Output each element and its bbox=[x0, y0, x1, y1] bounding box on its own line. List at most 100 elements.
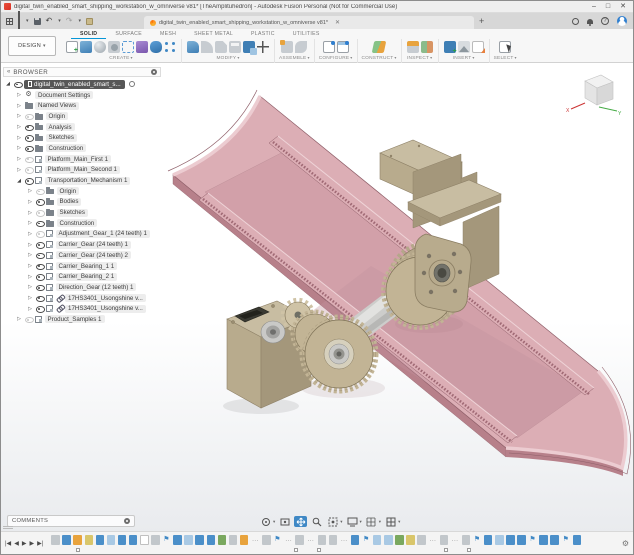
timeline-feature[interactable]: … bbox=[251, 535, 260, 545]
browser-item-construction-sub[interactable]: Construction bbox=[3, 218, 161, 229]
timeline-feature[interactable]: ⚑ bbox=[273, 535, 282, 545]
configuration-icon[interactable] bbox=[323, 41, 335, 53]
timeline-feature[interactable] bbox=[118, 535, 127, 545]
chamfer-icon[interactable] bbox=[215, 41, 227, 53]
timeline-settings-gear-icon[interactable] bbox=[622, 539, 629, 548]
visibility-eye-icon[interactable] bbox=[36, 263, 44, 270]
comments-options-icon[interactable] bbox=[124, 518, 130, 524]
file-menu-caret-icon[interactable]: ▾ bbox=[26, 18, 29, 24]
tab-surface[interactable]: SURFACE bbox=[106, 31, 151, 39]
milestone-icon[interactable] bbox=[86, 18, 93, 25]
expand-arrow-icon[interactable] bbox=[16, 92, 22, 98]
expand-arrow-icon[interactable] bbox=[16, 167, 22, 173]
visibility-eye-icon[interactable] bbox=[36, 241, 44, 248]
display-settings-icon[interactable] bbox=[346, 516, 359, 527]
timeline-feature[interactable] bbox=[539, 535, 548, 545]
activate-component-radio[interactable] bbox=[129, 81, 135, 87]
data-panel-icon[interactable] bbox=[6, 18, 13, 25]
undo-icon[interactable]: ↶ bbox=[46, 17, 53, 25]
browser-item-sketches-sub[interactable]: Sketches bbox=[3, 207, 161, 218]
visibility-eye-icon[interactable] bbox=[36, 198, 44, 205]
playback-button[interactable]: ◀ bbox=[14, 540, 19, 547]
orbit-icon[interactable] bbox=[259, 516, 272, 527]
expand-arrow-icon[interactable] bbox=[5, 81, 11, 87]
expand-arrow-icon[interactable] bbox=[27, 263, 33, 269]
timeline-feature[interactable] bbox=[96, 535, 105, 545]
timeline-feature[interactable] bbox=[173, 535, 182, 545]
fit-caret-icon[interactable]: ▾ bbox=[340, 519, 342, 525]
timeline-feature[interactable] bbox=[329, 535, 338, 545]
browser-item-stepper-motor-2[interactable]: 17HS3401_Usongshine v... bbox=[3, 303, 161, 314]
browser-item-adjustment-gear[interactable]: Adjustment_Gear_1 (24 teeth) 1 bbox=[3, 229, 161, 240]
visibility-eye-icon[interactable] bbox=[36, 295, 44, 302]
timeline-feature[interactable]: … bbox=[306, 535, 315, 545]
modify-dropdown[interactable]: MODIFY bbox=[216, 55, 239, 62]
visibility-eye-icon[interactable] bbox=[36, 230, 44, 237]
carrier-gear-bottom[interactable] bbox=[303, 318, 376, 391]
pattern-icon[interactable] bbox=[164, 41, 176, 53]
browser-item-sketches[interactable]: Sketches bbox=[3, 132, 161, 143]
browser-item-stepper-motor-1[interactable]: 17HS3401_Usongshine v... bbox=[3, 293, 161, 304]
browser-header[interactable]: « BROWSER bbox=[3, 67, 161, 77]
assemble-dropdown[interactable]: ASSEMBLE bbox=[279, 55, 310, 62]
timeline-feature[interactable] bbox=[207, 535, 216, 545]
browser-item-product-samples[interactable]: Product_Samples 1 bbox=[3, 314, 161, 325]
minimize-button[interactable]: – bbox=[592, 2, 596, 12]
insert-derive-icon[interactable] bbox=[444, 41, 456, 53]
expand-arrow-icon[interactable] bbox=[27, 306, 33, 312]
visibility-eye-icon[interactable] bbox=[25, 113, 33, 120]
tab-mesh[interactable]: MESH bbox=[151, 31, 185, 39]
user-avatar[interactable] bbox=[617, 16, 627, 26]
browser-item-direction-gear[interactable]: Direction_Gear (12 teeth) 1 bbox=[3, 282, 161, 293]
timeline-feature[interactable] bbox=[406, 535, 415, 545]
sweep-icon[interactable] bbox=[108, 41, 120, 53]
pan-icon[interactable] bbox=[294, 516, 307, 527]
save-icon[interactable] bbox=[34, 18, 41, 25]
carrier-bearing[interactable] bbox=[261, 321, 285, 343]
insert-dropdown[interactable]: INSERT bbox=[453, 55, 475, 62]
timeline-feature[interactable] bbox=[229, 535, 238, 545]
timeline-feature[interactable] bbox=[262, 535, 271, 545]
visibility-eye-icon[interactable] bbox=[25, 156, 33, 163]
inspect-dropdown[interactable]: INSPECT bbox=[407, 55, 432, 62]
expand-arrow-icon[interactable] bbox=[27, 188, 33, 194]
workspace-design-button[interactable]: DESIGN bbox=[8, 36, 56, 56]
move-copy-icon[interactable] bbox=[257, 41, 269, 53]
expand-arrow-icon[interactable] bbox=[16, 135, 22, 141]
model-viewport[interactable]: X Y « BROWSER digital_twin_enabled_smart… bbox=[1, 63, 633, 533]
timeline-feature[interactable] bbox=[151, 535, 160, 545]
tab-plastic[interactable]: PLASTIC bbox=[242, 31, 284, 39]
timeline-group-marker[interactable] bbox=[294, 548, 298, 552]
tab-utilities[interactable]: UTILITIES bbox=[284, 31, 329, 39]
expand-arrow-icon[interactable] bbox=[16, 178, 22, 184]
tab-solid[interactable]: SOLID bbox=[71, 31, 106, 39]
browser-item-origin-sub[interactable]: Origin bbox=[3, 186, 161, 197]
3d-model[interactable] bbox=[161, 76, 633, 516]
visibility-eye-icon[interactable] bbox=[25, 316, 33, 323]
viewports-icon[interactable] bbox=[384, 516, 397, 527]
tab-sheet-metal[interactable]: SHEET METAL bbox=[185, 31, 242, 39]
new-tab-button[interactable]: + bbox=[479, 16, 484, 26]
construction-plane-icon[interactable] bbox=[372, 41, 387, 53]
timeline-feature[interactable] bbox=[295, 535, 304, 545]
visibility-eye-icon[interactable] bbox=[36, 188, 44, 195]
timeline-feature[interactable] bbox=[240, 535, 249, 545]
grid-caret-icon[interactable]: ▾ bbox=[379, 519, 381, 525]
browser-item-carrier-gear-1[interactable]: Carrier_Gear (24 teeth) 1 bbox=[3, 239, 161, 250]
timeline-feature[interactable] bbox=[107, 535, 116, 545]
root-component-selected[interactable]: digital_twin_enabled_smart_s... bbox=[24, 80, 125, 89]
revolve-icon[interactable] bbox=[94, 41, 106, 53]
expand-arrow-icon[interactable] bbox=[16, 103, 22, 109]
visibility-eye-icon[interactable] bbox=[36, 252, 44, 259]
timeline-feature[interactable] bbox=[373, 535, 382, 545]
expand-arrow-icon[interactable] bbox=[27, 284, 33, 290]
timeline-feature[interactable] bbox=[218, 535, 227, 545]
comments-panel[interactable]: COMMENTS bbox=[7, 515, 135, 527]
timeline-feature[interactable] bbox=[417, 535, 426, 545]
timeline-group-marker[interactable] bbox=[317, 548, 321, 552]
timeline-feature[interactable] bbox=[140, 535, 149, 545]
visibility-eye-icon[interactable] bbox=[36, 305, 44, 312]
visibility-eye-icon[interactable] bbox=[25, 177, 33, 184]
timeline-feature[interactable] bbox=[73, 535, 82, 545]
view-cube[interactable]: X Y bbox=[561, 67, 625, 125]
